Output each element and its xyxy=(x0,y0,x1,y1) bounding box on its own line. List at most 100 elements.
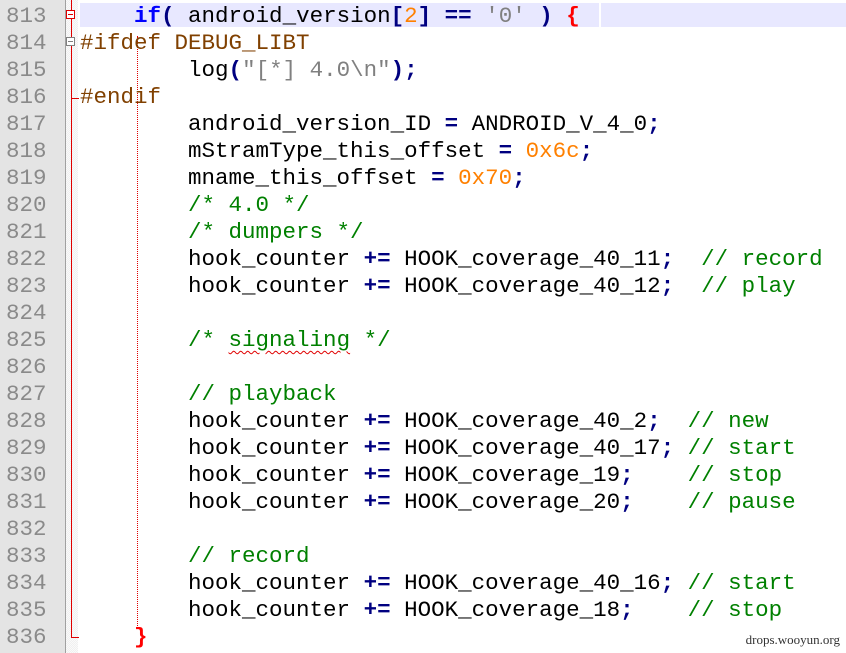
code-token: { xyxy=(566,3,580,29)
code-text: hook_counter += HOOK_coverage_19; // sto… xyxy=(80,462,782,489)
code-token: ; xyxy=(512,165,526,191)
code-line[interactable]: 821 /* dumpers */ xyxy=(0,219,846,246)
line-number: 819 xyxy=(6,165,47,191)
code-token: 2 xyxy=(404,3,418,29)
code-line[interactable]: 832 xyxy=(0,516,846,543)
code-token: hook_counter xyxy=(188,273,364,299)
line-number: 820 xyxy=(6,192,47,218)
code-token: hook_counter xyxy=(188,408,364,434)
code-token: += xyxy=(363,246,391,272)
code-token: += xyxy=(363,273,391,299)
code-line[interactable]: 813 if( android_version[2] == '0' ) { xyxy=(0,3,846,30)
code-line[interactable]: 819 mname_this_offset = 0x70; xyxy=(0,165,846,192)
code-token: == xyxy=(444,3,472,29)
code-text: if( android_version[2] == '0' ) { xyxy=(80,3,580,30)
code-line[interactable]: 815 log("[*] 4.0\n"); xyxy=(0,57,846,84)
code-token: mStramType_this_offset xyxy=(188,138,499,164)
code-token: ( xyxy=(228,57,243,83)
code-token: mname_this_offset xyxy=(188,165,432,191)
line-number: 824 xyxy=(6,300,47,326)
code-text: // record xyxy=(80,543,310,570)
code-token: // playback xyxy=(188,381,337,407)
code-line[interactable]: 828 hook_counter += HOOK_coverage_40_2; … xyxy=(0,408,846,435)
code-token: HOOK_coverage_40_2 xyxy=(390,408,648,434)
code-token: ; xyxy=(620,489,634,515)
code-line[interactable]: 823 hook_counter += HOOK_coverage_40_12;… xyxy=(0,273,846,300)
code-token: /* xyxy=(188,327,229,353)
code-token: android_version xyxy=(174,3,391,29)
code-token: // record xyxy=(188,543,310,569)
code-line[interactable]: 836 } xyxy=(0,624,846,651)
code-line[interactable]: 818 mStramType_this_offset = 0x6c; xyxy=(0,138,846,165)
current-line-highlight xyxy=(601,3,846,27)
code-token: HOOK_coverage_20 xyxy=(390,489,621,515)
code-line[interactable]: 835 hook_counter += HOOK_coverage_18; //… xyxy=(0,597,846,624)
code-token: // start xyxy=(687,435,796,461)
code-text: mStramType_this_offset = 0x6c; xyxy=(80,138,593,165)
code-editor[interactable]: 813 if( android_version[2] == '0' ) {814… xyxy=(0,0,846,653)
code-token: 0x70 xyxy=(458,165,513,191)
code-line[interactable]: 830 hook_counter += HOOK_coverage_19; //… xyxy=(0,462,846,489)
code-token: ; xyxy=(660,246,675,272)
code-line[interactable]: 816 #endif xyxy=(0,84,846,111)
code-text: hook_counter += HOOK_coverage_40_17; // … xyxy=(80,435,796,462)
line-number: 830 xyxy=(6,462,47,488)
code-token: "[*] 4.0\n" xyxy=(242,57,391,83)
line-number: 829 xyxy=(6,435,47,461)
line-number: 833 xyxy=(6,543,47,569)
line-number: 835 xyxy=(6,597,47,623)
line-number: 815 xyxy=(6,57,47,83)
code-token: += xyxy=(363,462,391,488)
code-token: ; xyxy=(620,462,634,488)
line-number: 825 xyxy=(6,327,47,353)
code-text: hook_counter += HOOK_coverage_40_11; // … xyxy=(80,246,823,273)
code-token: += xyxy=(363,597,391,623)
code-text: hook_counter += HOOK_coverage_18; // sto… xyxy=(80,597,782,624)
code-token: // new xyxy=(687,408,769,434)
line-number: 828 xyxy=(6,408,47,434)
line-number: 836 xyxy=(6,624,47,650)
code-line[interactable]: 829 hook_counter += HOOK_coverage_40_17;… xyxy=(0,435,846,462)
line-number: 818 xyxy=(6,138,47,164)
code-line[interactable]: 824 xyxy=(0,300,846,327)
code-token: = xyxy=(431,165,445,191)
code-line[interactable]: 822 hook_counter += HOOK_coverage_40_11;… xyxy=(0,246,846,273)
code-line[interactable]: 817 android_version_ID = ANDROID_V_4_0; xyxy=(0,111,846,138)
code-line[interactable]: 834 hook_counter += HOOK_coverage_40_16;… xyxy=(0,570,846,597)
code-text: hook_counter += HOOK_coverage_40_12; // … xyxy=(80,273,796,300)
code-line[interactable]: 825 /* signaling */ xyxy=(0,327,846,354)
code-token: HOOK_coverage_18 xyxy=(390,597,621,623)
code-line[interactable]: 833 // record xyxy=(0,543,846,570)
code-line[interactable]: 826 xyxy=(0,354,846,381)
code-token: hook_counter xyxy=(188,597,364,623)
code-token: HOOK_coverage_19 xyxy=(390,462,621,488)
code-line[interactable]: 831 hook_counter += HOOK_coverage_20; //… xyxy=(0,489,846,516)
line-number: 826 xyxy=(6,354,47,380)
code-token: += xyxy=(363,570,391,596)
code-line[interactable]: 820 /* 4.0 */ xyxy=(0,192,846,219)
code-line[interactable]: 814 #ifdef DEBUG_LIBT xyxy=(0,30,846,57)
code-token: signaling xyxy=(228,327,351,353)
code-line[interactable]: 827 // playback xyxy=(0,381,846,408)
code-token: = xyxy=(444,111,459,137)
watermark: drops.wooyun.org xyxy=(745,632,840,647)
code-token: = xyxy=(498,138,513,164)
code-token: android_version_ID xyxy=(188,111,445,137)
line-number: 831 xyxy=(6,489,47,515)
code-token: // stop xyxy=(687,462,783,488)
code-token: HOOK_coverage_40_16 xyxy=(390,570,661,596)
code-token: // play xyxy=(701,273,796,299)
